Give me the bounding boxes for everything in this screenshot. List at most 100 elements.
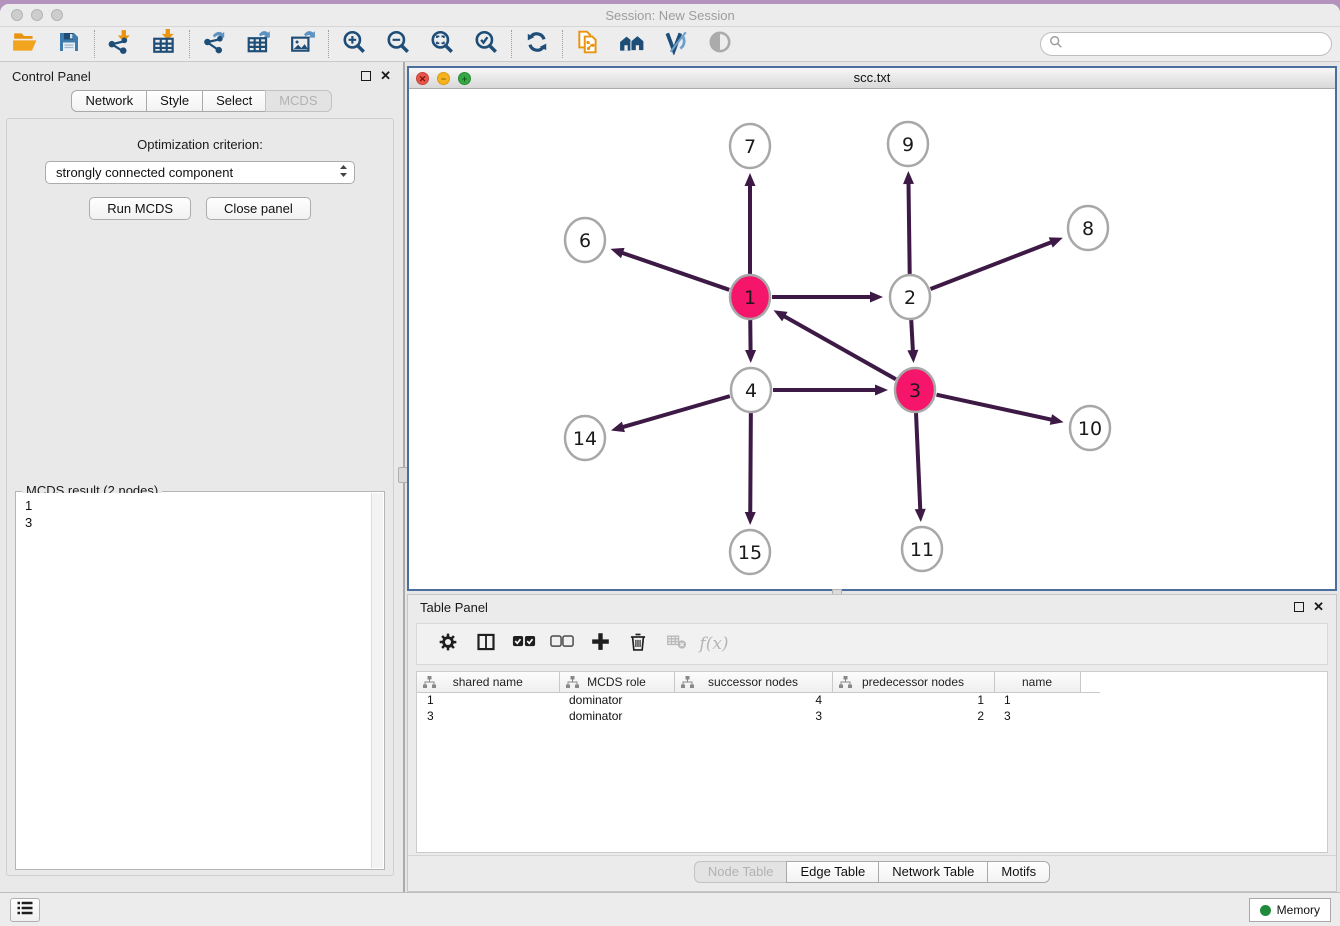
virtual-column-icon (566, 676, 579, 691)
network-close-button[interactable]: ✕ (416, 72, 429, 85)
column-header-successor-nodes[interactable]: successor nodes (674, 672, 832, 692)
edge-4-15[interactable] (750, 412, 751, 515)
memory-button[interactable]: Memory (1249, 898, 1331, 922)
export-image-button[interactable] (286, 29, 320, 59)
zoom-in-button[interactable] (337, 29, 371, 59)
apply-layout-button[interactable] (520, 29, 554, 59)
table-cell[interactable]: 1 (832, 692, 994, 708)
function-fx-icon: f(x) (699, 634, 728, 654)
eye-icon (707, 29, 733, 60)
apply-function-button[interactable]: f(x) (695, 627, 733, 661)
column-header-name[interactable]: name (994, 672, 1080, 692)
fit-content-button[interactable] (425, 29, 459, 59)
search-input[interactable] (1068, 37, 1323, 52)
tab-style[interactable]: Style (146, 90, 203, 112)
first-neighbors-button[interactable] (615, 29, 649, 59)
tab-motifs[interactable]: Motifs (987, 861, 1050, 883)
select-all-rows-button[interactable] (505, 627, 543, 661)
import-table-icon (151, 29, 177, 60)
run-mcds-button[interactable]: Run MCDS (89, 197, 191, 220)
tab-mcds[interactable]: MCDS (265, 90, 331, 112)
delete-table-button[interactable] (657, 627, 695, 661)
arrowhead-1-4 (745, 350, 756, 363)
tab-network-table[interactable]: Network Table (878, 861, 988, 883)
float-panel-icon[interactable] (361, 71, 371, 81)
window-title: Session: New Session (0, 4, 1340, 27)
split-columns-icon (476, 632, 496, 657)
virtual-column-icon (423, 676, 436, 691)
add-column-button[interactable] (581, 627, 619, 661)
tab-edge-table[interactable]: Edge Table (786, 861, 879, 883)
open-folder-icon (12, 29, 38, 60)
table-cell[interactable]: 3 (674, 708, 832, 724)
save-session-button[interactable] (52, 29, 86, 59)
column-settings-button[interactable] (429, 627, 467, 661)
criterion-dropdown[interactable]: strongly connected component (45, 161, 355, 184)
network-canvas[interactable]: 7968124314101511 (409, 89, 1335, 589)
workspace: Control Panel ✕ NetworkStyleSelectMCDS O… (0, 62, 1340, 892)
table-cell[interactable]: 3 (417, 708, 559, 724)
table-cell[interactable]: 3 (994, 708, 1080, 724)
toggle-column-display-button[interactable] (467, 627, 505, 661)
node-label-1: 1 (744, 287, 756, 309)
unchecked-boxes-icon (550, 634, 574, 654)
mcds-result-box: MCDS result (2 nodes) 1 3 (15, 491, 385, 870)
edge-2-3[interactable] (911, 319, 913, 353)
column-header-shared-name[interactable]: shared name (417, 672, 559, 692)
close-panel-icon[interactable]: ✕ (380, 71, 391, 81)
edge-3-10[interactable] (936, 395, 1053, 420)
table-cell[interactable]: dominator (559, 692, 674, 708)
clone-network-button[interactable] (571, 29, 605, 59)
table-cell[interactable]: 1 (417, 692, 559, 708)
node-label-10: 10 (1078, 418, 1102, 440)
criterion-dropdown-value: strongly connected component (56, 165, 339, 180)
import-network-button[interactable] (103, 29, 137, 59)
edge-1-6[interactable] (620, 252, 729, 290)
show-hide-panel-button[interactable] (703, 29, 737, 59)
zoom-selected-button[interactable] (469, 29, 503, 59)
network-minimize-button[interactable]: − (437, 72, 450, 85)
minimize-window-button[interactable] (31, 9, 43, 21)
open-session-button[interactable] (8, 29, 42, 59)
export-network-button[interactable] (198, 29, 232, 59)
arrowhead-3-10 (1050, 414, 1064, 425)
edge-3-11[interactable] (916, 412, 920, 512)
table-cell[interactable]: dominator (559, 708, 674, 724)
show-graphics-details-button[interactable] (659, 29, 693, 59)
arrowhead-1-2 (870, 292, 883, 303)
result-scrollbar[interactable] (371, 493, 383, 868)
table-cell[interactable]: 2 (832, 708, 994, 724)
edge-4-14[interactable] (621, 396, 730, 428)
edge-2-8[interactable] (931, 241, 1054, 289)
table-cell[interactable]: 1 (994, 692, 1080, 708)
table-row[interactable]: 3dominator323 (417, 708, 1100, 724)
task-history-button[interactable] (10, 898, 40, 922)
tab-select[interactable]: Select (202, 90, 266, 112)
zoom-in-icon (341, 29, 367, 60)
column-header-predecessor-nodes[interactable]: predecessor nodes (832, 672, 994, 692)
table-cell[interactable]: 4 (674, 692, 832, 708)
network-maximize-button[interactable]: + (458, 72, 471, 85)
delete-columns-button[interactable] (619, 627, 657, 661)
table-tabs: Node TableEdge TableNetwork TableMotifs (408, 861, 1336, 883)
table-toolbar: f(x) (416, 623, 1328, 665)
close-panel-button[interactable]: Close panel (206, 197, 311, 220)
arrowhead-2-3 (907, 350, 918, 363)
zoom-out-button[interactable] (381, 29, 415, 59)
close-window-button[interactable] (11, 9, 23, 21)
deselect-all-rows-button[interactable] (543, 627, 581, 661)
edge-3-1[interactable] (782, 315, 896, 379)
column-header-MCDS-role[interactable]: MCDS role (559, 672, 674, 692)
import-table-button[interactable] (147, 29, 181, 59)
export-table-button[interactable] (242, 29, 276, 59)
maximize-window-button[interactable] (51, 9, 63, 21)
home-houses-icon (618, 29, 646, 60)
tab-node-table[interactable]: Node Table (694, 861, 788, 883)
close-table-panel-icon[interactable]: ✕ (1313, 602, 1324, 612)
float-table-panel-icon[interactable] (1294, 602, 1304, 612)
titlebar: Session: New Session (0, 4, 1340, 27)
edge-2-9[interactable] (908, 181, 909, 275)
network-window: ✕ − + scc.txt 7968124314101511 (407, 66, 1337, 591)
table-row[interactable]: 1dominator411 (417, 692, 1100, 708)
tab-network[interactable]: Network (71, 90, 147, 112)
